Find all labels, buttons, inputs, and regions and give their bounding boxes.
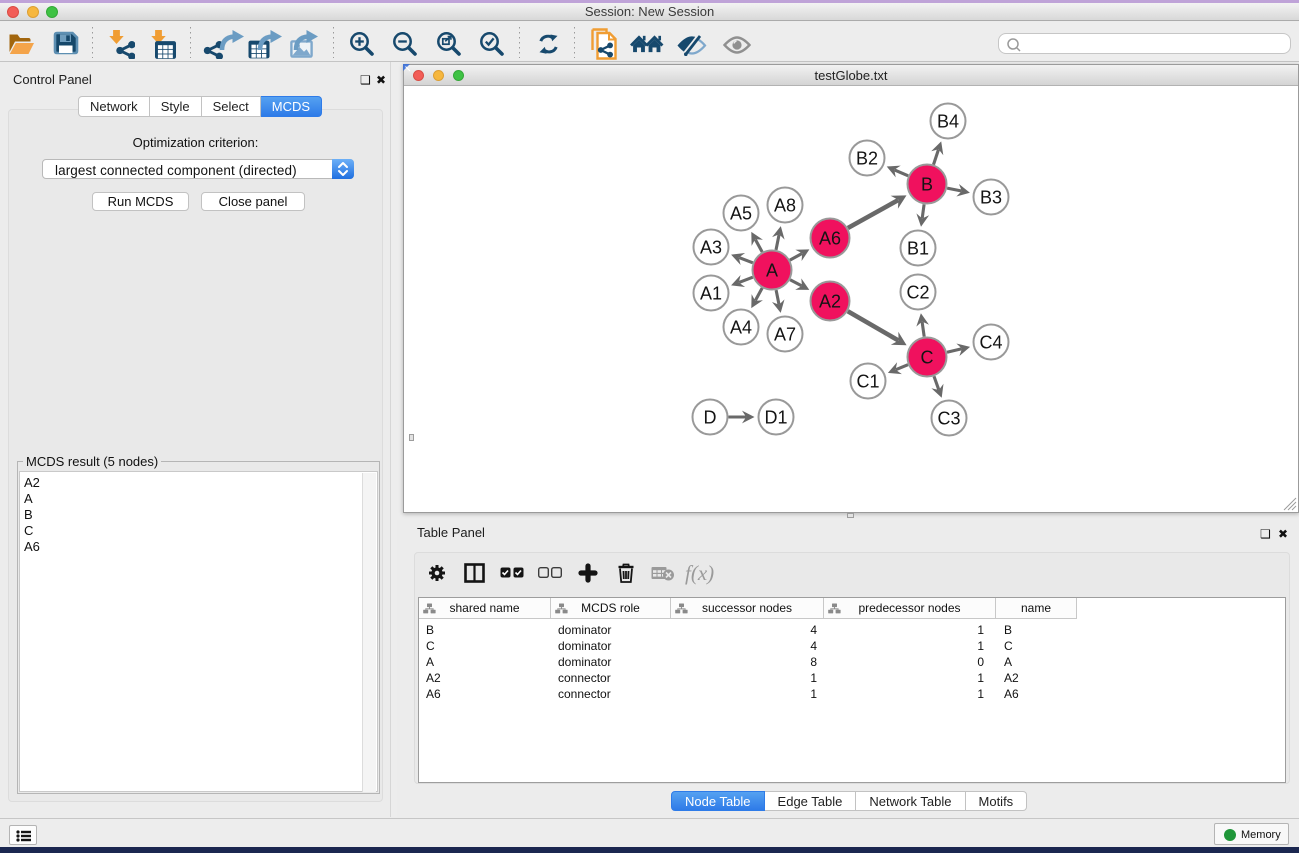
svg-text:C2: C2 [906,283,929,303]
svg-text:A4: A4 [730,318,752,338]
svg-text:B4: B4 [937,112,959,132]
svg-text:C: C [921,348,934,368]
svg-text:A8: A8 [774,196,796,216]
svg-text:B1: B1 [907,239,929,259]
svg-text:C3: C3 [937,409,960,429]
svg-text:B2: B2 [856,149,878,169]
svg-text:A7: A7 [774,325,796,345]
svg-text:A3: A3 [700,238,722,258]
svg-text:A: A [766,261,778,281]
svg-text:A1: A1 [700,284,722,304]
svg-text:B3: B3 [980,188,1002,208]
svg-text:A6: A6 [819,229,841,249]
svg-text:A5: A5 [730,204,752,224]
svg-text:D: D [704,408,717,428]
svg-text:A2: A2 [819,292,841,312]
svg-text:D1: D1 [764,408,787,428]
svg-text:B: B [921,175,933,195]
svg-text:C4: C4 [979,333,1002,353]
svg-text:C1: C1 [856,372,879,392]
